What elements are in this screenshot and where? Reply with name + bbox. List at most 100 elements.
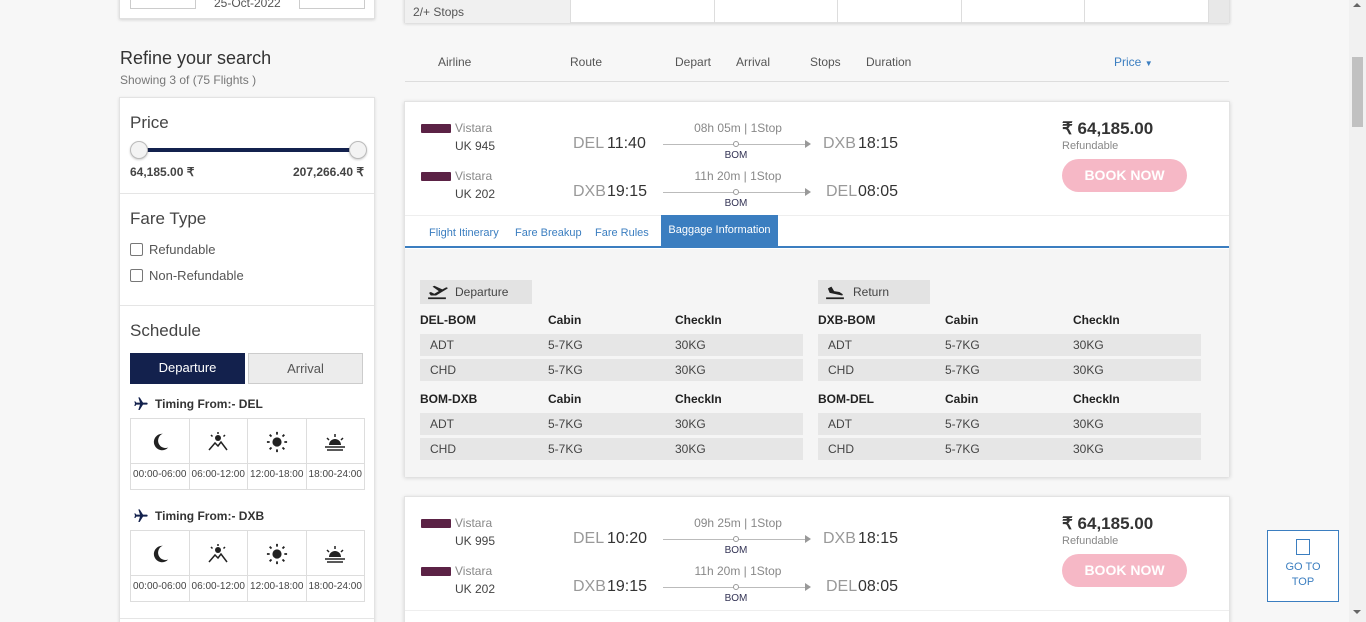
divider [120,618,374,619]
takeoff-icon [428,285,448,300]
slot-afternoon[interactable]: 12:00-18:00 [248,419,307,489]
matrix-cell[interactable] [591,0,715,23]
tab-fare-rules[interactable]: Fare Rules [595,227,649,239]
cabin-heading: Cabin [548,313,582,327]
sunrise-icon [208,544,228,563]
col-arrival[interactable]: Arrival [736,55,770,69]
slot-night[interactable]: 00:00-06:00 [131,419,190,489]
segment-route: DEL-BOM [420,313,476,327]
baggage-row: CHD 5-7KG 30KG [420,359,803,381]
scroll-down-arrow-icon[interactable] [1353,610,1361,614]
fare-type-title: Fare Type [130,209,207,228]
slot-morning[interactable]: 06:00-12:00 [189,531,248,601]
cabin-heading: Cabin [548,392,582,406]
scrollbar-thumb[interactable] [1352,57,1363,127]
dest-code: DXB [823,530,856,547]
moon-icon [153,545,168,563]
landing-icon [826,286,844,300]
col-price-sort[interactable]: Price ▼ [1114,55,1153,69]
departure-tab[interactable]: Departure [130,353,245,384]
slot-evening[interactable]: 18:00-24:00 [306,531,364,601]
via-stop: BOM [724,150,748,161]
date-field-right[interactable] [299,0,365,9]
airline-logo [421,519,451,528]
slot-afternoon[interactable]: 12:00-18:00 [248,531,307,601]
baggage-row: CHD 5-7KG 30KG [420,438,803,460]
col-route[interactable]: Route [570,55,602,69]
arrival-time: 18:15 [858,135,899,152]
departure-label: Departure [455,285,509,299]
matrix-scroll[interactable] [1209,0,1229,23]
via-stop: BOM [724,545,748,556]
col-airline[interactable]: Airline [438,55,471,69]
cabin-heading: Cabin [945,392,979,406]
flight-number: UK 995 [455,534,496,548]
slot-label: 18:00-24:00 [308,581,362,592]
tab-baggage-information[interactable]: Baggage Information [661,215,778,248]
airline-name: Vistara [455,516,493,530]
checkin-heading: CheckIn [1073,392,1120,406]
refundable-label: Refundable [1062,140,1119,152]
depart-time: 19:15 [607,183,648,200]
tab-flight-itinerary[interactable]: Flight Itinerary [429,227,499,239]
duration: 11h 20m | 1Stop [694,169,782,183]
col-depart[interactable]: Depart [675,55,711,69]
slot-evening[interactable]: 18:00-24:00 [306,419,364,489]
matrix-cell[interactable] [962,0,1085,23]
book-now-button[interactable]: BOOK NOW [1062,554,1187,587]
date-field-left[interactable] [130,0,196,9]
scroll-up-arrow-icon[interactable] [1353,3,1361,7]
origin-code: DEL [573,135,605,152]
price-min-value: 64,185.00 ₹ [130,165,195,179]
price-filter-title: Price [130,113,169,132]
timing-del-label: Timing From:- DEL [132,396,263,412]
sun-icon [266,543,287,565]
header-divider [405,81,1229,82]
checkin-heading: CheckIn [675,313,722,327]
price-slider-min-handle[interactable] [130,141,148,159]
checkbox-label: Non-Refundable [149,268,244,283]
matrix-cell[interactable] [1085,0,1209,23]
slot-night[interactable]: 00:00-06:00 [131,531,190,601]
route-line [663,140,811,148]
arrival-time: 08:05 [858,578,899,595]
flight-number: UK 202 [455,582,496,596]
go-to-top-label: GO TO TOP [1285,561,1321,588]
flight-number: UK 202 [455,187,496,201]
refundable-checkbox[interactable]: Refundable [130,242,216,257]
baggage-row: CHD 5-7KG 30KG [818,438,1201,460]
divider [120,305,374,306]
fare-price: ₹ 64,185.00 [1062,119,1154,138]
col-stops[interactable]: Stops [810,55,841,69]
depart-time: 19:15 [607,578,648,595]
dest-code: DXB [823,135,856,152]
airline-logo [421,124,451,133]
arrival-tab[interactable]: Arrival [248,353,363,384]
duration: 11h 20m | 1Stop [694,564,782,578]
matrix-cell[interactable] [715,0,838,23]
price-slider-track[interactable] [139,148,359,152]
segment-route: BOM-DEL [818,392,874,406]
route-line [663,535,811,543]
date-strip: 25-Oct-2022 [119,0,375,19]
sun-icon [266,431,287,453]
sunset-icon [325,546,346,563]
return-header: Return [818,280,930,304]
price-slider-max-handle[interactable] [349,141,367,159]
book-now-button[interactable]: BOOK NOW [1062,159,1187,192]
slot-morning[interactable]: 06:00-12:00 [189,419,248,489]
non-refundable-checkbox[interactable]: Non-Refundable [130,268,244,283]
checkbox-box[interactable] [130,269,143,282]
checkbox-box[interactable] [130,243,143,256]
flight-result-card: Vistara UK 995 DEL 10:20 09h 25m | 1Stop… [404,496,1230,622]
col-duration[interactable]: Duration [866,55,911,69]
matrix-cell[interactable] [838,0,962,23]
detail-tabs: Flight Itinerary Fare Breakup Fare Rules… [405,215,1229,248]
departure-header: Departure [420,280,532,304]
stops-label: 2/+ Stops [405,0,571,23]
tab-fare-breakup[interactable]: Fare Breakup [515,227,582,239]
go-to-top-button[interactable]: GO TO TOP [1267,530,1339,602]
filter-panel: Price 64,185.00 ₹ 207,266.40 ₹ Fare Type… [119,97,375,622]
stops-matrix-strip: 2/+ Stops [404,0,1230,23]
refine-title: Refine your search [120,48,272,68]
